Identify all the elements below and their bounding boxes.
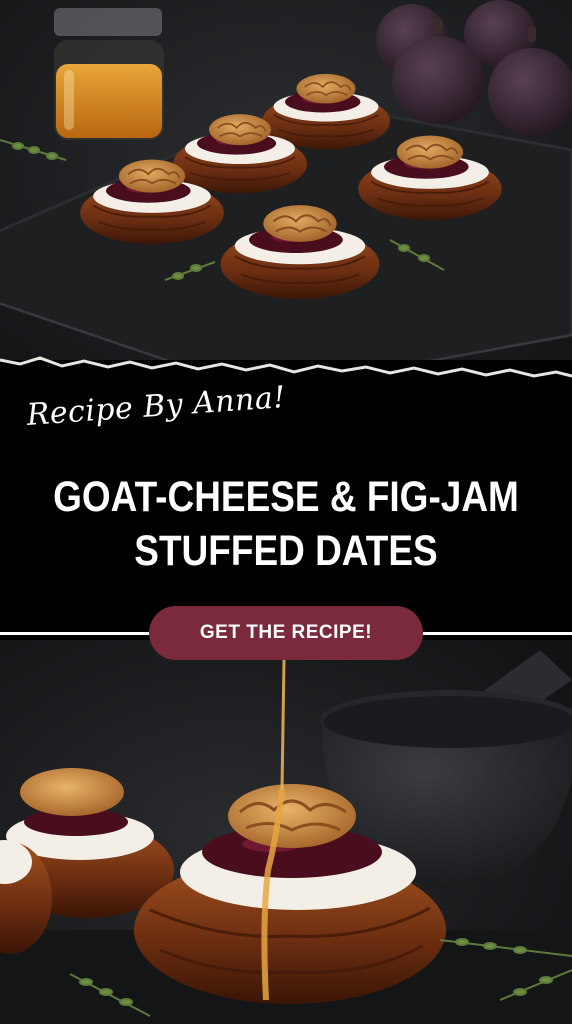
honey-jar-illustration: [54, 8, 164, 140]
recipe-title-line-1: GOAT-CHEESE & FIG-JAM: [53, 473, 519, 521]
top-food-photo: [0, 0, 572, 392]
recipe-title-line-2: STUFFED DATES: [134, 527, 438, 575]
bottom-food-photo: [0, 640, 572, 1024]
pin-graphic: Recipe By Anna! GOAT-CHEESE & FIG-JAM ST…: [0, 0, 572, 1024]
get-the-recipe-button[interactable]: GET THE RECIPE!: [149, 606, 423, 660]
recipe-title: GOAT-CHEESE & FIG-JAM STUFFED DATES: [40, 470, 532, 578]
